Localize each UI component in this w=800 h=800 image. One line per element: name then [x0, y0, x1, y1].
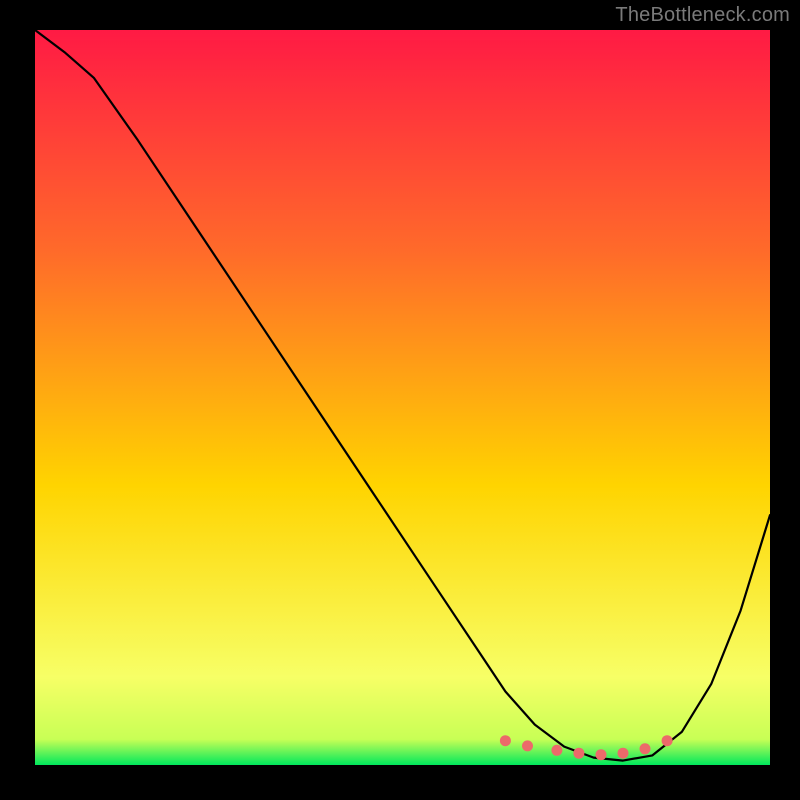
marker-dot	[522, 740, 533, 751]
marker-dot	[500, 735, 511, 746]
chart-svg	[35, 30, 770, 765]
marker-dot	[596, 749, 607, 760]
plot-area	[35, 30, 770, 765]
gradient-bg	[35, 30, 770, 765]
chart-frame: TheBottleneck.com	[0, 0, 800, 800]
marker-dot	[573, 748, 584, 759]
marker-dot	[618, 748, 629, 759]
watermark-text: TheBottleneck.com	[615, 4, 790, 27]
marker-dot	[551, 745, 562, 756]
marker-dot	[640, 743, 651, 754]
marker-dot	[662, 735, 673, 746]
